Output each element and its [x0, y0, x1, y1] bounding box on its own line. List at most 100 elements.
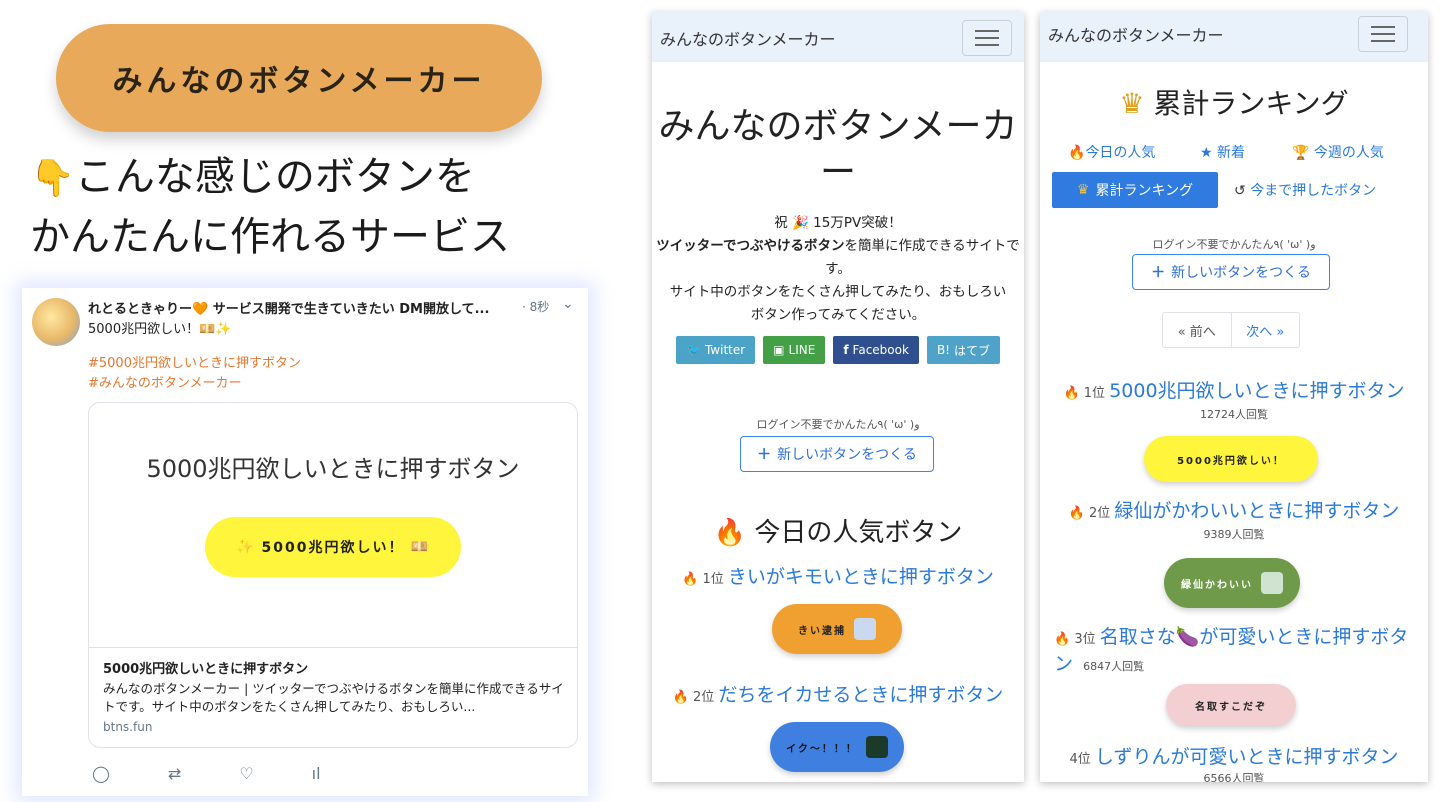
- pager-prev[interactable]: « 前へ: [1163, 313, 1232, 347]
- tweet-card: れとるときゃりー🧡 サービス開発で生きていきたい DM開放して... · 8秒 …: [22, 288, 588, 796]
- page-title: みんなのボタンメーカー: [658, 106, 1018, 193]
- rank-link[interactable]: きいがキモいときに押すボタン: [728, 566, 994, 588]
- nav-brand[interactable]: みんなのボタンメーカー: [660, 26, 836, 50]
- card-footer: 5000兆円欲しいときに押すボタン みんなのボタンメーカー | ツイッターでつぶ…: [89, 647, 577, 747]
- rank-item: 🔥 1位 きいがキモいときに押すボタン: [682, 566, 994, 588]
- hashtag-link[interactable]: #みんなのボタンメーカー: [88, 374, 301, 394]
- pointing-hand-icon: 👇: [30, 158, 75, 199]
- share-line-button[interactable]: ▣ LINE: [763, 336, 826, 364]
- ranked-button[interactable]: 緑仙かわいい: [1164, 558, 1300, 608]
- promo-text: 👇こんな感じのボタンを かんたんに作れるサービス: [30, 148, 630, 266]
- card-title: 5000兆円欲しいときに押すボタン: [146, 455, 520, 483]
- rank-link[interactable]: しずりんが可愛いときに押すボタン: [1095, 746, 1399, 768]
- rank-item: 🔥 2位 だちをイカせるときに押すボタン: [672, 684, 1004, 706]
- tweet-body: 5000兆円欲しい！💴✨: [88, 322, 232, 337]
- login-note: ログイン不要でかんたん٩( 'ω' )و: [756, 418, 920, 431]
- view-count: 6847人回覧: [1083, 660, 1145, 673]
- card-footer-desc: みんなのボタンメーカー | ツイッターでつぶやけるボタンを簡単に作成できるサイト…: [103, 681, 564, 714]
- hamburger-menu-icon[interactable]: [962, 20, 1012, 56]
- plus-icon: ＋: [757, 447, 772, 463]
- ranked-button[interactable]: イク〜！！！: [770, 722, 904, 772]
- card-footer-title: 5000兆円欲しいときに押すボタン: [103, 662, 309, 677]
- crown-icon: ♛: [1119, 87, 1145, 120]
- plus-icon: ＋: [1151, 265, 1166, 281]
- flame-icon: 🔥: [1054, 632, 1071, 647]
- reply-icon[interactable]: ◯: [92, 764, 110, 783]
- new-button-create[interactable]: ＋新しいボタンをつくる: [1132, 254, 1330, 290]
- hashtag-link[interactable]: #5000兆円欲しいときに押すボタン: [88, 354, 301, 374]
- tweet-author[interactable]: れとるときゃりー🧡 サービス開発で生きていきたい DM開放して...: [88, 298, 528, 317]
- view-count: 9389人回覧: [1203, 528, 1265, 541]
- tweet-actions: ◯ ⇄ ♡ ıl: [92, 764, 492, 783]
- flame-icon: 🔥: [672, 690, 689, 705]
- navbar: みんなのボタンメーカー: [1040, 12, 1428, 62]
- tab-week[interactable]: 🏆 今週の人気: [1292, 142, 1384, 162]
- card-preview-button: ✨ 5000兆円欲しい！ 💴: [205, 517, 461, 577]
- hatena-icon: B!: [936, 343, 950, 357]
- sparkle-icon: ✨: [236, 539, 256, 555]
- ranked-button[interactable]: きい逮捕: [772, 604, 902, 654]
- star-icon: ★: [1200, 145, 1218, 161]
- desc-2: サイト中のボタンをたくさん押してみたり、おもしろいボタン作ってみてください。: [669, 284, 1007, 323]
- flame-icon: 🔥: [682, 572, 699, 587]
- share-facebook-button[interactable]: f Facebook: [833, 336, 919, 364]
- fire-icon: 🔥: [1068, 145, 1086, 161]
- tab-total[interactable]: ♛ 累計ランキング: [1052, 172, 1218, 208]
- analytics-icon[interactable]: ıl: [312, 764, 321, 783]
- site-info: 祝 🎉 15万PV突破！ ツイッターでつぶやけるボタンを簡単に作成できるサイトで…: [652, 212, 1024, 327]
- tweet-time[interactable]: · 8秒: [522, 298, 549, 315]
- new-button-create[interactable]: ＋新しいボタンをつくる: [740, 436, 934, 472]
- pagination: « 前へ 次へ »: [1162, 312, 1300, 348]
- share-twitter-button[interactable]: 🐦 Twitter: [676, 336, 756, 364]
- link-preview-card[interactable]: 5000兆円欲しいときに押すボタン ✨ 5000兆円欲しい！ 💴 5000兆円欲…: [88, 402, 578, 748]
- section-title: 🔥 今日の人気ボタン: [713, 518, 963, 548]
- rank-item: 🔥 1位 5000兆円欲しいときに押すボタン: [1063, 380, 1405, 402]
- crown-icon: ♛: [1076, 182, 1090, 198]
- card-footer-url: btns.fun: [103, 720, 153, 734]
- rank-item: 🔥 3位 名取さな🍆が可愛いときに押すボタン 6847人回覧: [1054, 626, 1409, 675]
- phone-screen-ranking: みんなのボタンメーカー ♛ 累計ランキング 🔥今日の人気 ★ 新着 🏆 今週の人…: [1040, 12, 1428, 782]
- rank-item: 4位 しずりんが可愛いときに押すボタン: [1069, 746, 1399, 768]
- like-icon[interactable]: ♡: [239, 764, 253, 783]
- tab-history[interactable]: ↺ 今まで押したボタン: [1234, 180, 1376, 200]
- share-hatena-button[interactable]: B! はてブ: [926, 336, 1000, 364]
- image-thumb-icon: [854, 618, 876, 640]
- chevron-down-icon[interactable]: ⌄: [562, 296, 574, 312]
- pv-celebration: 祝 🎉 15万PV突破！: [774, 215, 902, 231]
- tab-new[interactable]: ★ 新着: [1200, 142, 1245, 162]
- line-icon: ▣: [773, 343, 785, 357]
- rank-link[interactable]: だちをイカせるときに押すボタン: [718, 684, 1003, 706]
- pager-next[interactable]: 次へ »: [1232, 313, 1300, 347]
- image-thumb-icon: [1261, 572, 1283, 594]
- twitter-icon: 🐦: [686, 343, 701, 357]
- rank-link[interactable]: 5000兆円欲しいときに押すボタン: [1109, 380, 1404, 402]
- tab-today[interactable]: 🔥今日の人気: [1068, 142, 1155, 162]
- view-count: 6566人回覧: [1203, 772, 1265, 782]
- nav-brand[interactable]: みんなのボタンメーカー: [1048, 22, 1224, 46]
- promo-line-1: こんな感じのボタンを: [74, 154, 475, 200]
- hero-logo-pill: みんなのボタンメーカー: [56, 24, 542, 132]
- hamburger-menu-icon[interactable]: [1358, 16, 1408, 52]
- flame-icon: 🔥: [1063, 386, 1080, 401]
- share-buttons: 🐦 Twitter ▣ LINE f Facebook B! はてブ: [676, 336, 1000, 364]
- rank-item: 🔥 2位 緑仙がかわいいときに押すボタン: [1068, 500, 1400, 522]
- card-preview-button-label: 5000兆円欲しい！: [261, 540, 405, 556]
- desc-1: を簡単に作成できるサイトです。: [825, 238, 1020, 277]
- view-count: 12724人回覧: [1200, 408, 1268, 421]
- image-thumb-icon: [865, 736, 888, 758]
- promo-line-2: かんたんに作れるサービス: [30, 214, 510, 260]
- phone-screen-home: みんなのボタンメーカー みんなのボタンメーカー 祝 🎉 15万PV突破！ ツイッ…: [652, 12, 1024, 782]
- login-note: ログイン不要でかんたん٩( 'ω' )و: [1152, 238, 1316, 251]
- trophy-icon: 🏆: [1292, 145, 1314, 161]
- desc-bold: ツイッターでつぶやけるボタン: [656, 238, 845, 254]
- hero-logo-label: みんなのボタンメーカー: [112, 64, 486, 99]
- ranked-button[interactable]: 名取すこだぞ: [1166, 684, 1296, 726]
- page-title: ♛ 累計ランキング: [1119, 87, 1349, 120]
- rank-link[interactable]: 緑仙がかわいいときに押すボタン: [1114, 500, 1399, 522]
- ranked-button[interactable]: 5000兆円欲しい！: [1144, 436, 1318, 482]
- money-icon: 💴: [410, 539, 430, 555]
- navbar: みんなのボタンメーカー: [652, 12, 1024, 62]
- fire-icon: 🔥: [713, 518, 747, 548]
- avatar[interactable]: [32, 298, 80, 346]
- retweet-icon[interactable]: ⇄: [168, 764, 181, 783]
